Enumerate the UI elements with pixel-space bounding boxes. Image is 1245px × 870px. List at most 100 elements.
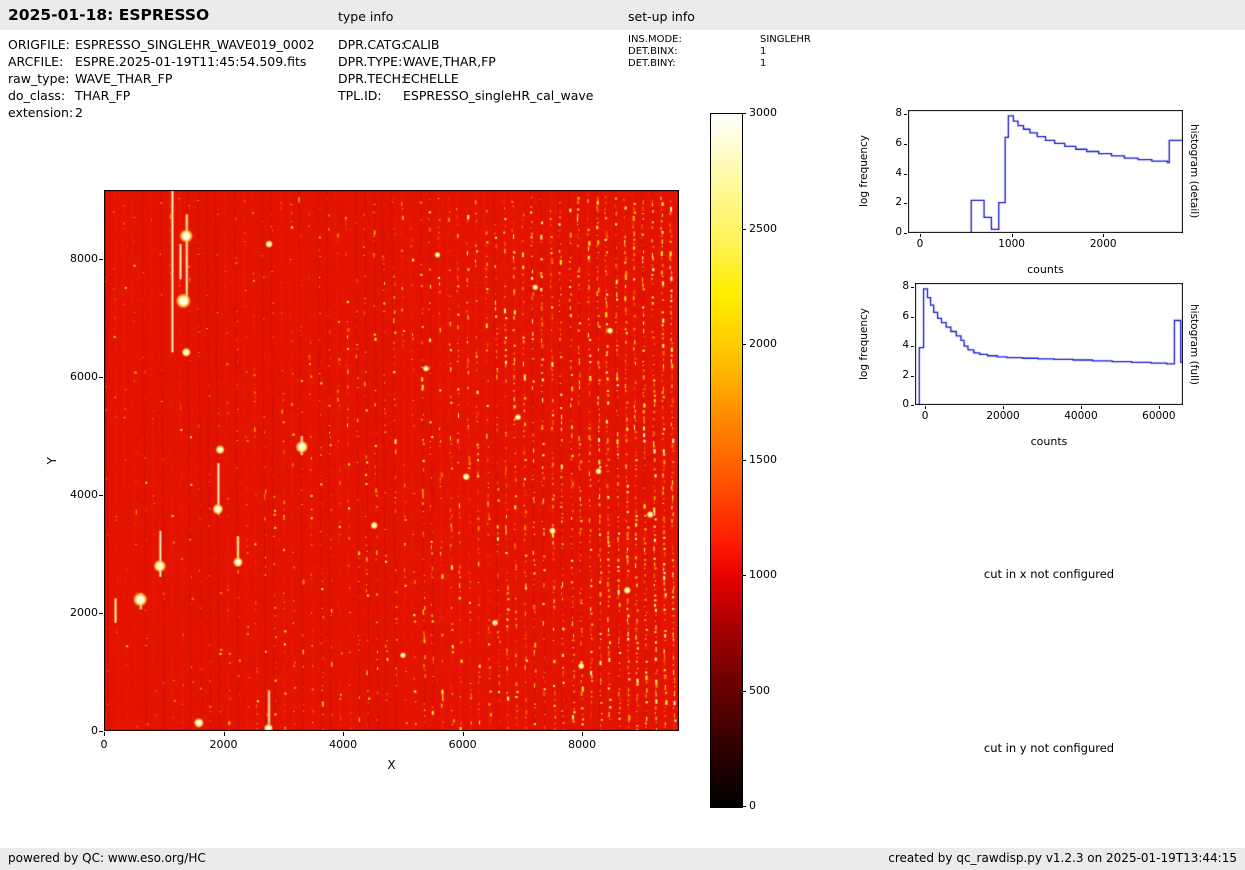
meta-label: raw_type: (8, 71, 69, 86)
hist-detail-ylabel: log frequency (858, 135, 870, 207)
y-axis-label: Y (45, 457, 59, 464)
hist-full-ylabel-wrap: log frequency (856, 283, 872, 405)
y-tick-label: 4 (876, 167, 902, 179)
meta-label: DPR.TYPE: (338, 54, 402, 69)
colorbar-tick (742, 344, 746, 345)
x-tick (582, 732, 583, 736)
y-tick-label: 8000 (58, 252, 98, 265)
x-tick-label: 0 (74, 738, 134, 751)
x-tick (104, 732, 105, 736)
colorbar-tick-label: 1000 (749, 568, 789, 581)
x-axis-label: X (104, 758, 679, 772)
meta-value: ESPRE.2025-01-19T11:45:54.509.fits (75, 54, 306, 69)
meta-label: do_class: (8, 88, 65, 103)
x-tick (920, 234, 921, 237)
meta-label: DET.BINY: (628, 58, 676, 69)
y-tick (904, 174, 907, 175)
x-tick-label: 4000 (313, 738, 373, 751)
footer-left-text: powered by QC: www.eso.org/HC (8, 851, 206, 865)
qc-report-page: 2025-01-18: ESPRESSO type info set-up in… (0, 0, 1245, 870)
y-tick (99, 495, 103, 496)
x-tick (1103, 234, 1104, 237)
y-tick-label: 0 (876, 226, 902, 238)
x-tick-label: 60000 (1134, 410, 1184, 422)
y-tick-label: 0 (883, 398, 909, 410)
meta-label: ORIGFILE: (8, 37, 70, 52)
meta-label: DET.BINX: (628, 46, 678, 57)
x-tick-label: 6000 (433, 738, 493, 751)
setup-info-heading: set-up info (628, 9, 695, 24)
x-tick-label: 0 (895, 238, 945, 250)
y-tick-label: 4 (883, 339, 909, 351)
colorbar-tick (742, 806, 746, 807)
y-tick-label: 6000 (58, 370, 98, 383)
x-tick-label: 0 (900, 410, 950, 422)
meta-value: 1 (760, 46, 766, 57)
histogram-detail-canvas (908, 110, 1183, 233)
colorbar-tick (742, 229, 746, 230)
y-tick-label: 6 (883, 310, 909, 322)
y-tick-label: 2 (883, 369, 909, 381)
colorbar-tick (742, 691, 746, 692)
y-tick-label: 4000 (58, 488, 98, 501)
x-tick-label: 20000 (978, 410, 1028, 422)
colorbar-tick-label: 1500 (749, 453, 789, 466)
meta-value: WAVE_THAR_FP (75, 71, 172, 86)
meta-label: INS.MODE: (628, 34, 682, 45)
y-tick (911, 287, 914, 288)
y-tick-label: 2 (876, 196, 902, 208)
y-tick-label: 8 (883, 280, 909, 292)
y-tick-label: 2000 (58, 606, 98, 619)
x-tick-label: 2000 (194, 738, 254, 751)
colorbar-tick-label: 3000 (749, 106, 789, 119)
meta-value: ESPRESSO_singleHR_cal_wave (403, 88, 593, 103)
meta-label: TPL.ID: (338, 88, 382, 103)
hist-full-right-label: histogram (full) (1188, 304, 1200, 385)
x-tick-label: 8000 (552, 738, 612, 751)
y-tick-label: 6 (876, 137, 902, 149)
y-tick (911, 376, 914, 377)
y-tick (911, 405, 914, 406)
y-tick (99, 377, 103, 378)
x-tick (925, 406, 926, 409)
colorbar (710, 113, 743, 808)
cut-x-note: cut in x not configured (915, 567, 1183, 581)
y-tick (911, 317, 914, 318)
y-tick (904, 114, 907, 115)
colorbar-tick-label: 2000 (749, 337, 789, 350)
meta-value: 1 (760, 58, 766, 69)
hist-full-ylabel: log frequency (858, 308, 870, 380)
y-tick-label: 0 (58, 724, 98, 737)
colorbar-tick (742, 113, 746, 114)
x-tick-label: 40000 (1056, 410, 1106, 422)
x-tick (1012, 234, 1013, 237)
hist-detail-xlabel: counts (908, 263, 1183, 276)
hist-full-rightlabel-wrap: histogram (full) (1186, 283, 1202, 405)
y-tick (911, 346, 914, 347)
colorbar-tick-label: 500 (749, 684, 789, 697)
hist-detail-ylabel-wrap: log frequency (856, 110, 872, 233)
type-info-heading: type info (338, 9, 393, 24)
x-tick (1159, 406, 1160, 409)
meta-value: SINGLEHR (760, 34, 811, 45)
y-tick (99, 731, 103, 732)
histogram-full-canvas (915, 283, 1183, 405)
colorbar-tick (742, 575, 746, 576)
x-tick-label: 2000 (1078, 238, 1128, 250)
raw-detector-image-canvas (104, 190, 679, 731)
hist-detail-rightlabel-wrap: histogram (detail) (1186, 110, 1202, 233)
meta-value: 2 (75, 105, 83, 120)
y-tick (904, 233, 907, 234)
colorbar-tick (742, 460, 746, 461)
meta-label: ARCFILE: (8, 54, 63, 69)
cut-y-note: cut in y not configured (915, 741, 1183, 755)
colorbar-tick-label: 2500 (749, 222, 789, 235)
x-tick (224, 732, 225, 736)
y-tick (904, 203, 907, 204)
colorbar-tick-label: 0 (749, 799, 789, 812)
meta-label: DPR.TECH: (338, 71, 405, 86)
x-tick (343, 732, 344, 736)
meta-label: DPR.CATG: (338, 37, 405, 52)
meta-value: THAR_FP (75, 88, 130, 103)
y-tick (99, 259, 103, 260)
